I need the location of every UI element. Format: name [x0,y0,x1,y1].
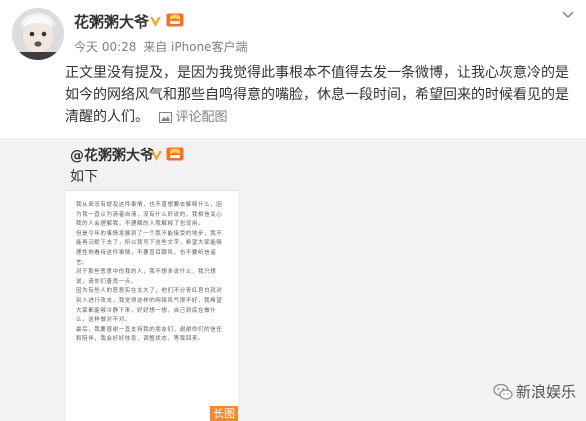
post-text: 正文里没有提及，是因为我觉得此事根本不值得去发一条微博，让我心灰意冷的是如今的网… [65,62,580,131]
image-icon [159,109,173,131]
verified-v-icon [149,13,162,32]
post-meta: 今天 00:28 来自 iPhone客户端 [74,38,248,55]
long-image-thumbnail[interactable]: 我从来没有提及这件事情，也不曾想要去解释什么，因为我一直认为清者自清，没有什么好… [66,190,238,421]
long-image-badge: 长图 [210,406,238,421]
author-name[interactable]: 花粥粥大爷 [74,11,149,32]
comment-image-label[interactable]: 评论配图 [175,110,227,125]
member-level-icon[interactable] [166,12,184,31]
post-body: 正文里没有提及，是因为我觉得此事根本不值得去发一条微博，让我心灰意冷的是如今的网… [65,65,569,125]
comment-image-link[interactable]: 评论配图 [159,110,227,125]
repost-text: 如下 [70,169,98,185]
wechat-icon [493,383,513,405]
chevron-down-icon[interactable] [562,8,574,23]
avatar[interactable] [12,8,64,60]
verified-v-icon [150,147,163,166]
repost-author[interactable]: @花粥粥大爷 [70,145,154,165]
reposted-weibo: @花粥粥大爷 如下 我从来没有提及这件事情，也不曾想要去解释什么，因为我一直认为… [0,138,586,421]
post-source[interactable]: 来自 iPhone客户端 [143,40,247,54]
long-image-content: 我从来没有提及这件事情，也不曾想要去解释什么，因为我一直认为清者自清，没有什么好… [76,202,223,343]
timestamp[interactable]: 今天 00:28 [74,40,136,54]
watermark: 新浪娱乐 [493,381,576,405]
watermark-text: 新浪娱乐 [515,383,576,401]
member-level-icon[interactable] [166,146,184,165]
